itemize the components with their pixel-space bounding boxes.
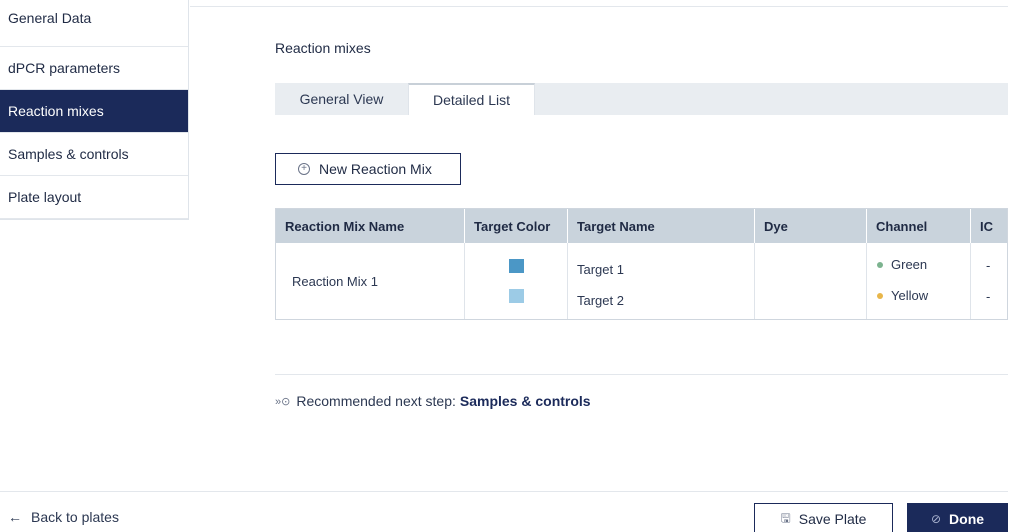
back-to-plates-link[interactable]: ← Back to plates xyxy=(8,509,119,525)
cell-target-color xyxy=(465,243,568,319)
cell-channel: Green Yellow xyxy=(867,243,971,319)
cell-ic: - - xyxy=(971,243,1007,319)
channel-dot-icon xyxy=(877,261,883,268)
sidebar-item-plate-layout[interactable]: Plate layout xyxy=(0,176,188,219)
target-name: Target 1 xyxy=(577,262,624,277)
cell-target-name: Target 1 Target 2 xyxy=(568,243,755,319)
back-label: Back to plates xyxy=(31,509,119,525)
plus-circle-icon: + xyxy=(298,163,310,175)
done-label: Done xyxy=(949,511,985,527)
sidebar-item-samples-controls[interactable]: Samples & controls xyxy=(0,133,188,176)
target-name: Target 2 xyxy=(577,293,624,308)
channel-label: Green xyxy=(891,257,928,272)
recommended-prefix: Recommended next step: xyxy=(296,393,456,409)
arrow-left-icon: ← xyxy=(8,509,22,525)
sidebar-item-label: Plate layout xyxy=(8,189,82,205)
cell-mix-name: Reaction Mix 1 xyxy=(276,243,465,319)
done-button[interactable]: ⊘ Done xyxy=(907,503,1008,532)
target-color-swatch xyxy=(509,289,524,303)
target-color-swatch xyxy=(509,259,524,273)
footer-divider xyxy=(0,491,1008,492)
tab-general-view[interactable]: General View xyxy=(275,83,408,115)
reaction-mix-name: Reaction Mix 1 xyxy=(292,274,378,289)
page-title: Reaction mixes xyxy=(275,40,371,56)
column-header-name[interactable]: Reaction Mix Name xyxy=(276,209,465,243)
section-divider xyxy=(275,374,1008,375)
column-header-ic[interactable]: IC xyxy=(971,209,1007,243)
column-header-channel[interactable]: Channel xyxy=(867,209,971,243)
column-header-target-color[interactable]: Target Color xyxy=(465,209,568,243)
column-header-dye[interactable]: Dye xyxy=(755,209,867,243)
sidebar-item-label: General Data xyxy=(8,10,92,26)
check-circle-icon: ⊘ xyxy=(930,512,942,526)
sidebar-item-label: Reaction mixes xyxy=(8,103,104,119)
column-header-target-name[interactable]: Target Name xyxy=(568,209,755,243)
cell-dye xyxy=(755,243,867,319)
ic-value: - xyxy=(986,289,991,304)
table-header: Reaction Mix Name Target Color Target Na… xyxy=(276,209,1007,243)
table-row[interactable]: Reaction Mix 1 Target 1 Target 2 Green Y… xyxy=(276,243,1007,319)
sidebar-item-label: dPCR parameters xyxy=(8,60,121,76)
recommended-next-step: »⊙ Recommended next step: Samples & cont… xyxy=(275,393,591,409)
save-plate-button[interactable]: 🖫 Save Plate xyxy=(754,503,893,532)
recommended-step-link[interactable]: Samples & controls xyxy=(460,393,591,409)
channel-label: Yellow xyxy=(891,288,929,303)
new-reaction-mix-label: New Reaction Mix xyxy=(319,161,432,177)
top-divider xyxy=(190,6,1008,7)
channel-value: Yellow xyxy=(877,288,928,303)
sidebar-item-label: Samples & controls xyxy=(8,146,129,162)
new-reaction-mix-button[interactable]: + New Reaction Mix xyxy=(275,153,461,185)
sidebar-item-reaction-mixes[interactable]: Reaction mixes xyxy=(0,90,188,133)
next-step-icon: »⊙ xyxy=(275,395,291,408)
reaction-mix-table: Reaction Mix Name Target Color Target Na… xyxy=(275,208,1008,320)
save-label: Save Plate xyxy=(798,511,867,527)
channel-dot-icon xyxy=(877,292,883,299)
tab-detailed-list[interactable]: Detailed List xyxy=(408,83,535,115)
sidebar-nav: General Data dPCR parameters Reaction mi… xyxy=(0,0,189,220)
ic-value: - xyxy=(986,258,991,273)
sidebar-item-dpcr-parameters[interactable]: dPCR parameters xyxy=(0,47,188,90)
tab-bar: General View Detailed List xyxy=(275,83,1008,115)
channel-value: Green xyxy=(877,257,927,272)
sidebar-item-general-data[interactable]: General Data xyxy=(0,0,188,47)
save-icon: 🖫 xyxy=(780,510,791,525)
